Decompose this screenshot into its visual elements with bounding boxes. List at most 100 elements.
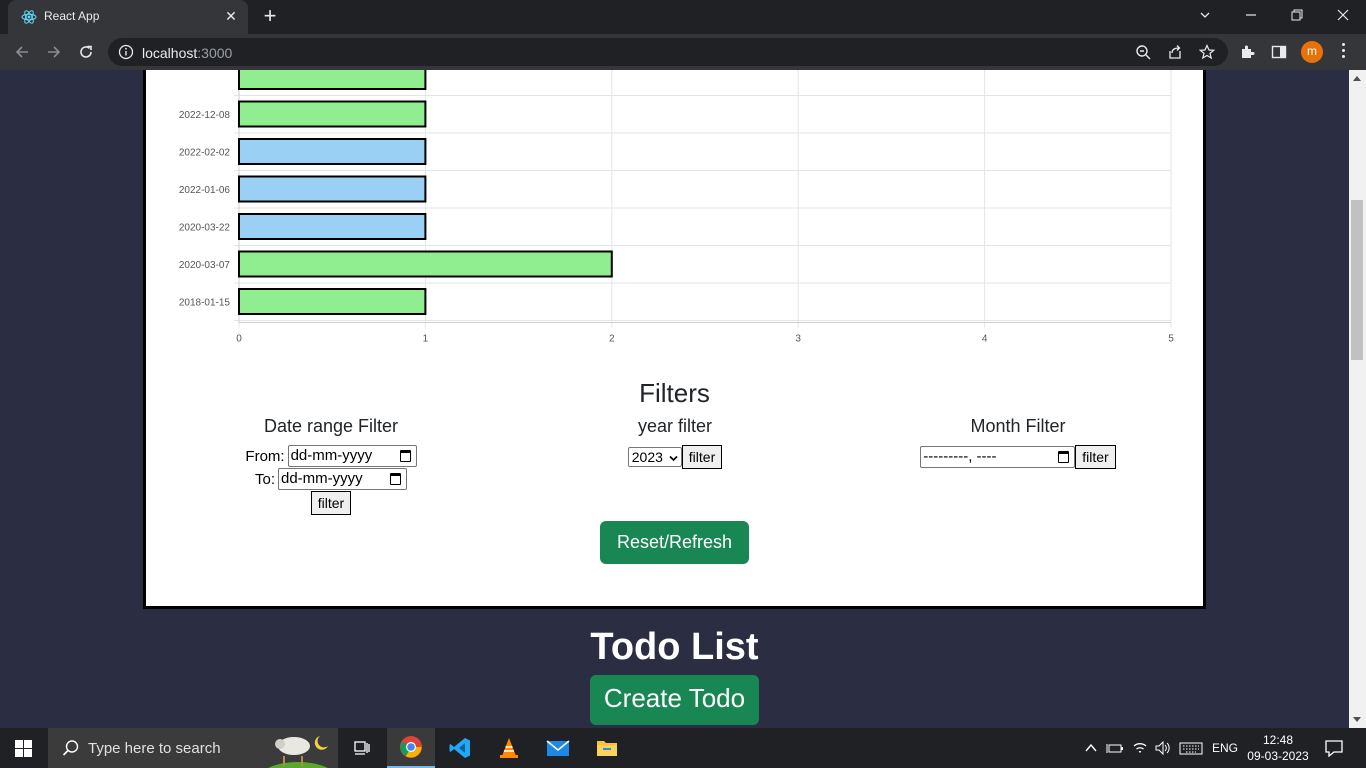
- y-tick-label: 2020-03-22: [179, 223, 231, 234]
- language-indicator[interactable]: ENG: [1212, 741, 1238, 755]
- arrow-right-icon: [48, 46, 61, 58]
- windows-start-icon[interactable]: [15, 740, 32, 757]
- date-filter-button[interactable]: filter: [310, 491, 352, 515]
- mail-taskbar-app[interactable]: [534, 728, 582, 768]
- minimize-button[interactable]: [1228, 0, 1274, 32]
- tab-close-icon[interactable]: ✕: [222, 7, 240, 25]
- bookmark-star-icon[interactable]: [1199, 44, 1215, 60]
- scroll-up-arrow-icon[interactable]: [1353, 76, 1361, 81]
- create-todo-button[interactable]: Create Todo: [590, 675, 759, 725]
- new-tab-button[interactable]: +: [258, 5, 282, 29]
- address-bar[interactable]: localhost:3000: [108, 38, 1228, 66]
- x-tick-label: 2: [609, 334, 615, 345]
- browser-toolbar: localhost:3000 m: [0, 34, 1366, 70]
- chart-bar: [238, 175, 427, 203]
- clock-date: 09-03-2023: [1247, 749, 1309, 763]
- calendar-icon[interactable]: [390, 473, 401, 485]
- y-tick-label: 2022-01-06: [179, 185, 231, 196]
- notifications-icon[interactable]: [1324, 739, 1344, 757]
- to-row: To: dd-mm-yyyy: [236, 468, 426, 490]
- stats-card: 2022-12-08 2022-02-02 2022-01-06 2020-03-22…: [143, 70, 1206, 609]
- date-range-heading: Date range Filter: [263, 416, 399, 436]
- chevron-down-icon: [669, 455, 678, 462]
- scroll-thumb[interactable]: [1351, 200, 1363, 360]
- react-icon: [21, 10, 37, 24]
- chrome-taskbar-app[interactable]: [387, 728, 435, 768]
- to-label: To:: [254, 470, 275, 488]
- scroll-down-arrow-icon[interactable]: [1353, 717, 1361, 722]
- share-icon[interactable]: [1167, 44, 1183, 60]
- calendar-icon[interactable]: [399, 450, 411, 462]
- restore-button[interactable]: [1274, 0, 1320, 32]
- volume-icon[interactable]: [1154, 740, 1172, 756]
- battery-icon[interactable]: [1106, 740, 1124, 756]
- task-view-icon: [354, 741, 370, 755]
- task-view-button[interactable]: [338, 728, 386, 768]
- side-panel-icon[interactable]: [1271, 44, 1287, 60]
- x-tick-label: 3: [795, 334, 801, 345]
- browser-tab[interactable]: React App ✕: [8, 0, 248, 34]
- back-button[interactable]: [8, 38, 36, 66]
- month-row: ---------, ---- filter: [918, 445, 1118, 469]
- calendar-icon[interactable]: [1058, 451, 1070, 463]
- month-filter-button[interactable]: filter: [1075, 445, 1116, 469]
- wifi-icon[interactable]: [1132, 740, 1148, 756]
- x-tick-label: 4: [982, 334, 988, 345]
- bar-chart: 2022-12-08 2022-02-02 2022-01-06 2020-03-22…: [146, 70, 1209, 353]
- reload-icon: [80, 45, 92, 58]
- forward-button[interactable]: [40, 38, 68, 66]
- chart-bar: [238, 213, 427, 240]
- vscode-taskbar-app[interactable]: [436, 728, 484, 768]
- info-icon[interactable]: [118, 44, 134, 60]
- year-selected-value: 2023: [631, 449, 663, 465]
- search-icon: [62, 740, 79, 756]
- browser-tabstrip: React App ✕ +: [0, 0, 1366, 34]
- url-text: localhost:3000: [142, 45, 233, 61]
- close-window-button[interactable]: [1320, 0, 1366, 32]
- date-filter-row: filter: [236, 491, 426, 515]
- chart-canvas: 2022-12-08 2022-02-02 2022-01-06 2020-03-22…: [179, 70, 1174, 345]
- x-tick-label: 0: [236, 334, 242, 345]
- tab-search-icon[interactable]: [1182, 0, 1228, 32]
- from-date-value: dd-mm-yyyy: [290, 447, 373, 464]
- mail-icon: [546, 740, 570, 756]
- taskbar-clock[interactable]: 12:48 09-03-2023: [1240, 732, 1316, 764]
- month-filter: Month Filter ---------, ---- filter: [918, 416, 1118, 469]
- taskbar-search[interactable]: Type here to search: [48, 728, 338, 768]
- x-tick-label: 5: [1168, 334, 1174, 345]
- reload-button[interactable]: [72, 38, 100, 66]
- to-date-value: dd-mm-yyyy: [281, 470, 363, 487]
- chart-bar: [238, 138, 427, 165]
- extensions-icon[interactable]: [1239, 44, 1255, 60]
- page-scrollbar[interactable]: [1349, 70, 1366, 728]
- file-explorer-taskbar-app[interactable]: [583, 728, 631, 768]
- tray-chevron-up-icon[interactable]: [1084, 740, 1098, 756]
- year-row: 2023 filter: [601, 445, 749, 469]
- year-select[interactable]: 2023: [627, 447, 682, 467]
- y-tick-label: 2018-01-15: [179, 298, 231, 309]
- from-label: From:: [245, 447, 285, 465]
- year-filter: year filter 2023 filter: [601, 416, 749, 469]
- vscode-icon: [449, 738, 470, 758]
- profile-avatar[interactable]: m: [1301, 41, 1323, 63]
- folder-icon: [597, 741, 617, 756]
- vlc-taskbar-app[interactable]: [485, 728, 533, 768]
- menu-kebab-icon[interactable]: [1340, 43, 1346, 61]
- y-tick-label: 2022-02-02: [179, 148, 231, 159]
- chart-bar: [238, 70, 427, 90]
- zoom-icon[interactable]: [1135, 44, 1151, 60]
- from-date-input[interactable]: dd-mm-yyyy: [287, 445, 417, 467]
- year-filter-button[interactable]: filter: [681, 445, 723, 469]
- reset-refresh-button[interactable]: Reset/Refresh: [600, 521, 749, 564]
- keyboard-icon[interactable]: [1179, 740, 1203, 756]
- chart-bar: [238, 250, 613, 278]
- y-tick-label: 2020-03-07: [179, 260, 231, 271]
- chart-bar: [238, 288, 427, 315]
- arrow-left-icon: [15, 46, 28, 58]
- search-placeholder: Type here to search: [88, 740, 221, 757]
- to-date-input[interactable]: dd-mm-yyyy: [278, 468, 407, 490]
- tab-title: React App: [44, 9, 100, 23]
- month-input[interactable]: ---------, ----: [920, 446, 1076, 468]
- chart-bar: [238, 100, 427, 128]
- month-filter-heading: Month Filter: [970, 416, 1066, 436]
